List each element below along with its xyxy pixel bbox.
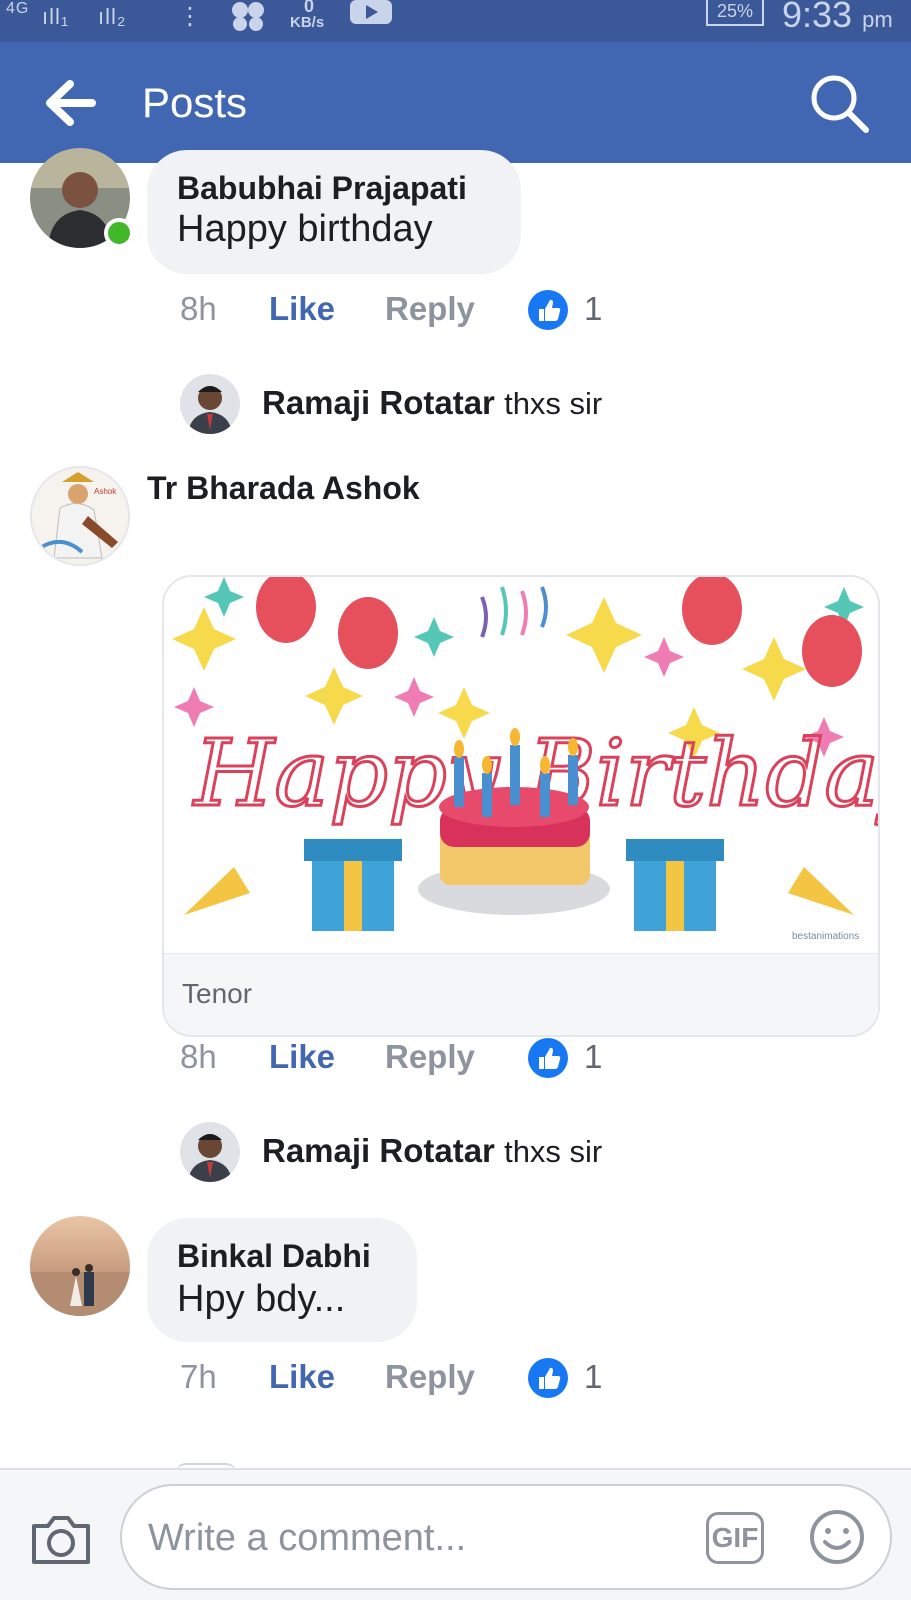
search-button[interactable] (808, 72, 872, 136)
online-status-dot (104, 218, 134, 248)
signal-sim1-icon: ıll₁ (42, 4, 70, 29)
gif-source: Tenor (182, 978, 253, 1009)
fan-icon (232, 2, 264, 31)
reply-author[interactable]: Ramaji Rotatar (262, 1132, 495, 1169)
gif-watermark: bestanimations (792, 931, 859, 942)
comment-input[interactable] (148, 1512, 668, 1564)
avatar-caption: Ashok (94, 487, 117, 496)
clock: 9:33 pm (782, 0, 893, 35)
comment-actions: 8h Like Reply 1 (180, 1038, 620, 1082)
comment-time: 8h (180, 1038, 217, 1075)
speed-unit: KB/s (290, 14, 325, 31)
reply-button[interactable]: Reply (385, 1358, 475, 1396)
more-dots-icon: ⋮ (178, 3, 202, 30)
youtube-icon (350, 0, 392, 24)
like-reaction-icon[interactable] (528, 1358, 568, 1398)
comment-bubble[interactable]: Babubhai Prajapati Happy birthday (147, 150, 521, 274)
gif-source-bar[interactable]: Tenor (164, 953, 878, 1035)
reply-message: thxs sir (504, 1134, 603, 1169)
network-type: 4G (6, 0, 30, 17)
emoji-icon (810, 1510, 864, 1564)
search-icon (811, 75, 869, 133)
like-reaction-icon[interactable] (528, 1038, 568, 1078)
back-arrow-icon (46, 80, 96, 126)
like-button[interactable]: Like (269, 1038, 335, 1076)
avatar[interactable] (180, 1122, 240, 1182)
emoji-button[interactable] (808, 1508, 866, 1566)
gif-attachment[interactable]: Happy Birthday bestanimations Tenor (162, 575, 880, 1037)
avatar-binkal (30, 1216, 130, 1316)
avatar[interactable] (30, 1216, 130, 1316)
reply-message: thxs sir (504, 386, 603, 421)
comment-text: Hpy bdy... (177, 1278, 346, 1320)
like-count: 1 (584, 290, 603, 327)
avatar-ramaji (180, 374, 240, 434)
birthday-gif-image: Happy Birthday bestanimations (164, 577, 878, 953)
reply-text: Ramaji Rotatar thxs sir (262, 1132, 602, 1170)
reply-button[interactable]: Reply (385, 1038, 475, 1076)
status-bar: 4G ıll₁ ıll₂ ⋮ 0 KB/s 25% 9:33 pm (0, 0, 911, 42)
battery-level: 25% (706, 0, 764, 26)
comment-time: 7h (180, 1358, 217, 1395)
camera-button[interactable] (30, 1512, 92, 1566)
reply-row[interactable]: Ramaji Rotatar thxs sir (180, 1122, 640, 1182)
comment-time: 8h (180, 290, 217, 327)
avatar-ramaji (180, 1122, 240, 1182)
app-header: Posts (0, 42, 911, 163)
avatar[interactable]: Ashok (30, 466, 130, 566)
comment-author[interactable]: Babubhai Prajapati (177, 170, 467, 207)
back-button[interactable] (44, 78, 98, 128)
comment-actions: 8h Like Reply 1 (180, 290, 620, 334)
comment-author[interactable]: Binkal Dabhi (177, 1238, 371, 1275)
like-reaction-icon[interactable] (528, 290, 568, 330)
like-count: 1 (584, 1038, 603, 1075)
gif-button[interactable]: GIF (706, 1512, 764, 1564)
reply-author[interactable]: Ramaji Rotatar (262, 384, 495, 421)
like-button[interactable]: Like (269, 290, 335, 328)
like-button[interactable]: Like (269, 1358, 335, 1396)
reply-button[interactable]: Reply (385, 290, 475, 328)
avatar-bharada: Ashok (32, 468, 128, 564)
comment-field[interactable]: GIF (120, 1484, 892, 1590)
comment-text: Happy birthday (177, 208, 433, 250)
reply-text: Ramaji Rotatar thxs sir (262, 384, 602, 422)
comment-actions: 7h Like Reply 1 (180, 1358, 620, 1402)
comment-composer: GIF (0, 1468, 911, 1600)
comment-author[interactable]: Tr Bharada Ashok (147, 470, 420, 507)
avatar[interactable] (180, 374, 240, 434)
signal-sim2-icon: ıll₂ (98, 4, 127, 29)
like-count: 1 (584, 1358, 603, 1395)
comment-bubble[interactable]: Binkal Dabhi Hpy bdy... (147, 1218, 417, 1342)
camera-icon (32, 1516, 90, 1564)
reply-row[interactable]: Ramaji Rotatar thxs sir (180, 374, 640, 434)
page-title: Posts (142, 79, 248, 126)
